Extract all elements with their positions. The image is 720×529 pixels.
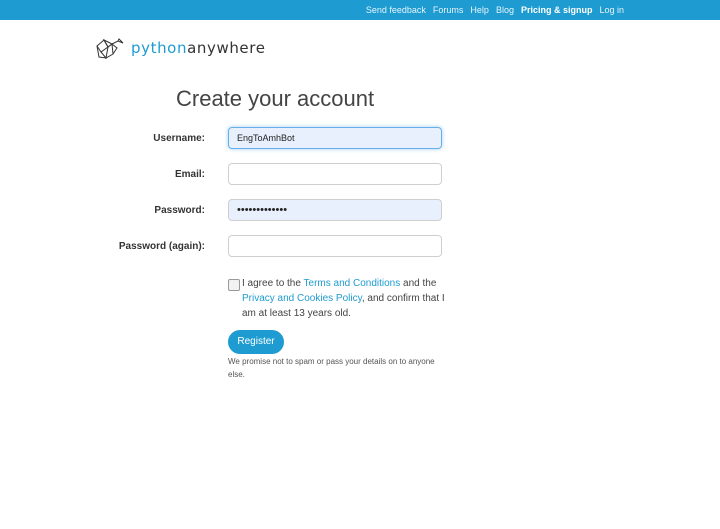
register-button[interactable]: Register bbox=[228, 330, 284, 354]
no-spam-note: We promise not to spam or pass your deta… bbox=[228, 357, 435, 379]
terms-checkbox[interactable] bbox=[228, 279, 240, 291]
pythonanywhere-logo[interactable]: pythonanywhere bbox=[95, 36, 266, 60]
password-again-input[interactable] bbox=[228, 235, 442, 257]
password-input[interactable]: ••••••••••••• bbox=[228, 199, 442, 221]
snake-geometric-logo-icon bbox=[95, 36, 125, 60]
privacy-policy-link[interactable]: Privacy and Cookies Policy bbox=[242, 293, 362, 304]
blog-link[interactable]: Blog bbox=[496, 0, 514, 20]
logo-text-python: python bbox=[131, 39, 188, 57]
forums-link[interactable]: Forums bbox=[433, 0, 464, 20]
logo-text-anywhere: anywhere bbox=[187, 39, 266, 57]
password-label: Password: bbox=[154, 205, 205, 216]
logo-wordmark: pythonanywhere bbox=[131, 39, 266, 57]
top-nav-links: Send feedback Forums Help Blog Pricing &… bbox=[359, 0, 624, 20]
page-title: Create your account bbox=[176, 86, 375, 111]
email-input[interactable] bbox=[228, 163, 442, 185]
send-feedback-link[interactable]: Send feedback bbox=[366, 0, 426, 20]
pricing-signup-link[interactable]: Pricing & signup bbox=[521, 0, 593, 20]
username-input[interactable]: EngToAmhBot bbox=[228, 127, 442, 149]
username-label: Username: bbox=[153, 133, 205, 144]
password-again-label: Password (again): bbox=[118, 241, 205, 252]
login-link[interactable]: Log in bbox=[599, 0, 624, 20]
terms-conditions-link[interactable]: Terms and Conditions bbox=[304, 278, 401, 289]
top-nav-bar: Send feedback Forums Help Blog Pricing &… bbox=[0, 0, 720, 20]
terms-text: I agree to the Terms and Conditions and … bbox=[242, 276, 448, 321]
email-label: Email: bbox=[174, 169, 205, 180]
help-link[interactable]: Help bbox=[470, 0, 489, 20]
terms-prefix: I agree to the bbox=[242, 278, 304, 289]
terms-mid: and the bbox=[400, 278, 437, 289]
